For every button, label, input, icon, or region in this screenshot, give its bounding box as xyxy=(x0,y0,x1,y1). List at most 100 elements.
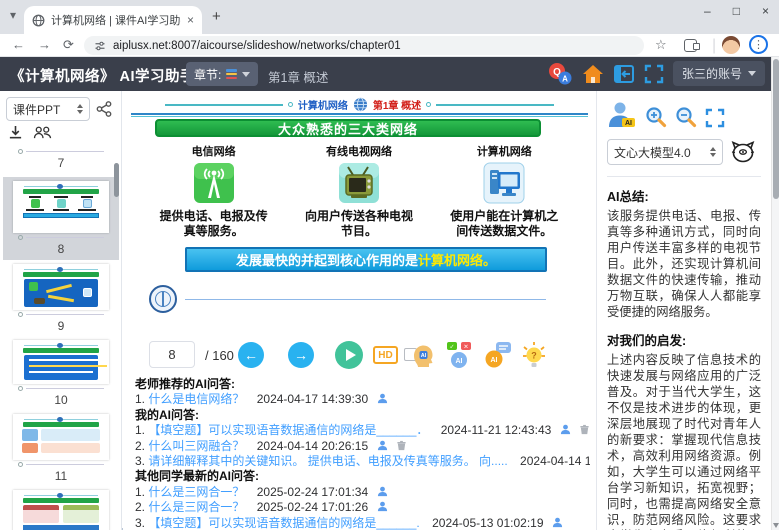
browser-tab[interactable]: 计算机网络 | 课件AI学习助手 × xyxy=(24,6,202,34)
profile-avatar[interactable] xyxy=(722,36,740,54)
slide-thumbnail-8-selected[interactable]: 8 xyxy=(3,177,119,260)
slide-thumbnail-7[interactable]: 7 xyxy=(0,147,122,173)
qa-question-link[interactable]: 什么是三网合一？ xyxy=(148,485,244,499)
user-icon xyxy=(377,501,388,512)
fullscreen-icon[interactable] xyxy=(644,64,664,84)
window-close-icon[interactable]: × xyxy=(762,4,769,18)
next-slide-button[interactable]: → xyxy=(288,342,314,368)
slide-thumbnail-11[interactable]: 11 xyxy=(0,414,122,486)
chapter-select-button[interactable]: 章节: xyxy=(186,62,258,86)
slide-title: 大众熟悉的三大类网络 xyxy=(278,119,418,138)
new-tab-button[interactable]: + xyxy=(212,8,221,25)
mode-select-value: 课件PPT xyxy=(13,101,60,118)
bookmark-star-icon[interactable]: ☆ xyxy=(655,37,667,53)
window-minimize-icon[interactable]: – xyxy=(704,4,711,18)
qa-item: 3. 请详细解释其中的关键知识。 提供电话、电报及传真等服务。 向..... 2… xyxy=(135,454,590,469)
ai-assistant-panel: AI 文心大模型4.0 xyxy=(596,91,771,530)
qa-item: 2. 什么叫三网融合？ 2024-04-14 20:26:15 xyxy=(135,439,590,454)
slide-thumbnail-9[interactable]: 9 xyxy=(0,264,122,336)
collapse-panel-icon[interactable] xyxy=(613,63,635,85)
slide-number: 7 xyxy=(0,154,122,173)
play-button[interactable] xyxy=(335,341,363,369)
svg-text:✕: ✕ xyxy=(463,345,468,351)
tab-title: 计算机网络 | 课件AI学习助手 xyxy=(51,12,181,28)
computer-network-icon xyxy=(483,162,525,204)
svg-text:?: ? xyxy=(531,351,537,361)
column-desc: 提供电话、电报及传真等服务。 xyxy=(155,209,273,239)
slide-thumbnail-10[interactable]: 10 xyxy=(0,340,122,410)
qa-question-link[interactable]: 什么是电信网络？ xyxy=(148,392,244,406)
slide-deco-header: 计算机网络 第1章 概述 xyxy=(123,97,596,112)
qa-timestamp: 2024-04-17 14:39:30 xyxy=(257,392,368,406)
delete-icon[interactable] xyxy=(396,440,407,451)
slide-number: 11 xyxy=(0,467,122,486)
slide-thumbnail-12[interactable]: 12 xyxy=(0,490,122,530)
prev-slide-button[interactable]: ← xyxy=(238,342,264,368)
ai-chat-icon[interactable]: AI xyxy=(484,341,512,369)
zoom-out-icon[interactable] xyxy=(675,106,697,128)
column-label: 计算机网络 xyxy=(477,143,532,159)
tab-close-icon[interactable]: × xyxy=(187,14,194,26)
qa-question-link[interactable]: 什么是三网合一？ xyxy=(148,500,244,514)
app-title: 《计算机网络》 AI学习助手 xyxy=(10,65,195,86)
slide-number: 9 xyxy=(0,317,122,336)
ai-insight-text: 上述内容反映了信息技术的快速发展与网络应用的广泛普及。对于当代大学生，这不仅是技… xyxy=(607,352,761,530)
extensions-icon[interactable] xyxy=(684,39,697,52)
slide-header-divider xyxy=(131,113,588,117)
tab-search-chevron-icon[interactable]: ▾ xyxy=(10,8,16,22)
content-mode-select[interactable]: 课件PPT xyxy=(6,97,90,121)
panel-fullscreen-icon[interactable] xyxy=(705,108,725,128)
qa-timestamp: 2024-11-21 12:43:43 xyxy=(441,423,552,437)
qa-timestamp: 2024-04-14 16:55:09 xyxy=(520,454,590,468)
telecom-antenna-icon xyxy=(193,162,235,204)
ai-model-select[interactable]: 文心大模型4.0 xyxy=(607,139,723,165)
page-number-input[interactable] xyxy=(149,341,195,368)
forward-icon[interactable]: → xyxy=(38,37,51,52)
cat-face-icon[interactable] xyxy=(731,141,755,163)
idea-bulb-icon[interactable]: ? xyxy=(521,341,547,369)
user-icon xyxy=(377,393,388,404)
svg-text:AI: AI xyxy=(456,358,463,365)
qa-question-link[interactable]: 【填空题】可以实现语音数据通信的网络是______． xyxy=(148,423,428,437)
account-name: 张三的账号 xyxy=(682,65,742,82)
scrollbar-down-arrow[interactable] xyxy=(773,523,779,528)
slide-footer-line xyxy=(185,299,546,300)
model-select-value: 文心大模型4.0 xyxy=(614,144,691,161)
qa-question-link[interactable]: 什么叫三网融合？ xyxy=(148,439,244,453)
qa-icon[interactable]: Q A xyxy=(547,62,573,86)
group-icon[interactable] xyxy=(33,125,52,140)
download-icon[interactable] xyxy=(8,125,23,140)
ai-user-icon[interactable]: AI xyxy=(607,101,637,128)
current-chapter-label: 第1章 概述 xyxy=(268,67,328,86)
qa-item-num: 1. xyxy=(135,485,145,499)
ai-head-icon[interactable]: AI xyxy=(409,343,435,369)
window-maximize-icon[interactable]: □ xyxy=(733,4,740,18)
qa-item: 1. 什么是电信网络？ 2024-04-17 14:39:30 xyxy=(135,392,590,407)
ai-review-icon[interactable]: ✓ ✕ AI xyxy=(446,341,472,369)
account-menu-button[interactable]: 张三的账号 xyxy=(673,61,765,86)
delete-icon[interactable] xyxy=(579,424,590,435)
slide-thumbnail-sidebar: 课件PPT 7 xyxy=(0,91,122,530)
qa-question-link[interactable]: 请详细解释其中的关键知识。 提供电话、电报及传真等服务。 向..... xyxy=(148,454,507,468)
qa-mine-header: 我的AI问答: xyxy=(135,408,590,423)
chapter-button-label: 章节: xyxy=(194,66,221,83)
home-icon[interactable] xyxy=(582,63,604,85)
page-scrollbar[interactable] xyxy=(771,57,779,530)
sidebar-scrollbar-thumb[interactable] xyxy=(114,163,119,197)
slide-main-area: 计算机网络 第1章 概述 大众熟悉的三大类网络 电信网络 提供电话、电报及传真等 xyxy=(123,91,596,530)
url-bar[interactable]: aiplusx.net:8007/aicourse/slideshow/netw… xyxy=(84,36,644,55)
user-icon xyxy=(377,440,388,451)
qa-item: 1. 【填空题】可以实现语音数据通信的网络是______． 2024-11-21… xyxy=(135,423,590,438)
back-icon[interactable]: ← xyxy=(12,37,25,52)
qa-question-link[interactable]: 【填空题】可以实现语音数据通信的网络是______. xyxy=(148,516,419,530)
hd-quality-badge[interactable]: HD xyxy=(373,346,398,364)
cable-tv-icon xyxy=(338,162,380,204)
share-icon[interactable] xyxy=(96,101,112,117)
reload-icon[interactable]: ⟳ xyxy=(63,37,74,53)
site-settings-icon[interactable] xyxy=(94,40,106,52)
browser-menu-icon[interactable]: ⋮ xyxy=(749,35,768,54)
url-text: aiplusx.net:8007/aicourse/slideshow/netw… xyxy=(113,40,401,52)
scrollbar-thumb[interactable] xyxy=(773,59,779,199)
column-label: 电信网络 xyxy=(192,143,236,159)
zoom-in-icon[interactable] xyxy=(645,106,667,128)
